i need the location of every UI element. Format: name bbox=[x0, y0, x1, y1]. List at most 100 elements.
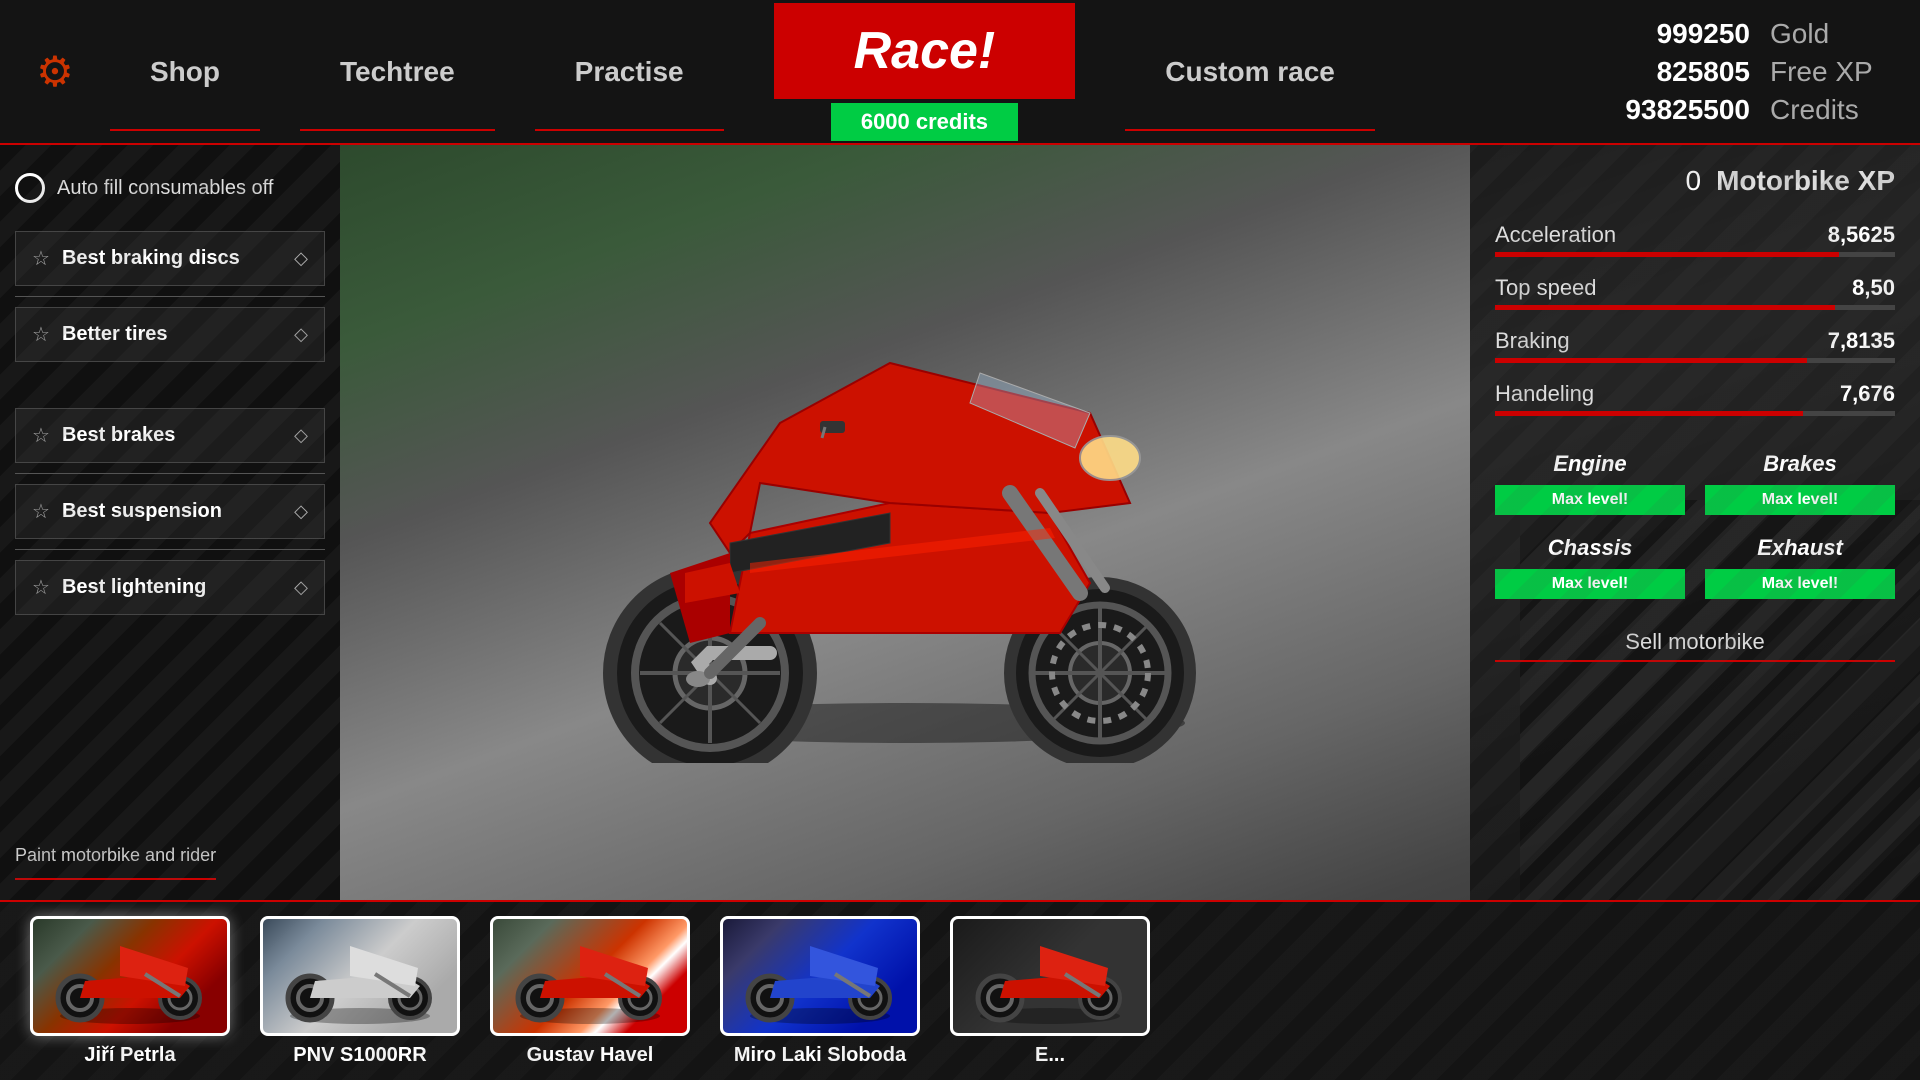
part-best-suspension[interactable]: ☆ Best suspension ◇ bbox=[15, 484, 325, 539]
upgrade-exhaust[interactable]: Exhaust Max level! bbox=[1705, 535, 1895, 599]
stat-header: Handeling 7,676 bbox=[1495, 381, 1895, 407]
credits-stat-row: 93825500 Credits bbox=[1610, 94, 1890, 126]
auto-fill-label: Auto fill consumables off bbox=[57, 177, 273, 200]
right-panel: 0 Motorbike XP Acceleration 8,5625 Top s… bbox=[1470, 145, 1920, 900]
upgrade-badge: Max level! bbox=[1495, 485, 1685, 515]
top-nav: ⚙ Shop Techtree Practise Race! 6000 cred… bbox=[0, 0, 1920, 145]
chevron-right-icon: ◇ bbox=[294, 324, 308, 345]
xp-value: 825805 bbox=[1610, 56, 1750, 88]
upgrade-brakes[interactable]: Brakes Max level! bbox=[1705, 451, 1895, 515]
part-best-lightening[interactable]: ☆ Best lightening ◇ bbox=[15, 560, 325, 615]
motorbike-xp: 0 Motorbike XP bbox=[1495, 165, 1895, 197]
stat-header: Braking 7,8135 bbox=[1495, 328, 1895, 354]
toggle-circle-icon bbox=[15, 173, 45, 203]
garage-card-name: Miro Laki Sloboda bbox=[734, 1044, 906, 1067]
stat-item: Braking 7,8135 bbox=[1495, 328, 1895, 363]
sell-motorbike-button[interactable]: Sell motorbike bbox=[1495, 629, 1895, 662]
bike-thumbnail bbox=[500, 926, 680, 1026]
star-icon: ☆ bbox=[32, 322, 50, 347]
star-icon: ☆ bbox=[32, 246, 50, 271]
bottom-strip: Jiří Petrla PNV S1000RR bbox=[0, 900, 1920, 1080]
separator bbox=[15, 549, 325, 550]
chevron-right-icon: ◇ bbox=[294, 501, 308, 522]
stat-name: Handeling bbox=[1495, 381, 1594, 407]
stat-bar bbox=[1495, 358, 1895, 363]
race-button[interactable]: Race! bbox=[774, 3, 1076, 99]
race-credits-badge: 6000 credits bbox=[831, 103, 1018, 141]
stat-num: 8,50 bbox=[1852, 275, 1895, 301]
part-braking-discs[interactable]: ☆ Best braking discs ◇ bbox=[15, 231, 325, 286]
nav-shop[interactable]: Shop bbox=[90, 0, 280, 143]
upgrade-badge: Max level! bbox=[1495, 569, 1685, 599]
gold-stat-row: 999250 Gold bbox=[1610, 18, 1890, 50]
garage-card-image bbox=[30, 916, 230, 1036]
gold-value: 999250 bbox=[1610, 18, 1750, 50]
nav-custom-race[interactable]: Custom race bbox=[1105, 0, 1395, 143]
nav-techtree[interactable]: Techtree bbox=[280, 0, 515, 143]
part-name: Best lightening bbox=[62, 576, 206, 599]
part-name: Better tires bbox=[62, 323, 168, 346]
xp-stat-row: 825805 Free XP bbox=[1610, 56, 1890, 88]
garage-card[interactable]: PNV S1000RR bbox=[260, 916, 460, 1067]
stat-bar-fill bbox=[1495, 305, 1835, 310]
credits-value: 93825500 bbox=[1610, 94, 1750, 126]
upgrade-title: Exhaust bbox=[1757, 535, 1843, 561]
garage-card-image bbox=[490, 916, 690, 1036]
motorcycle-svg bbox=[530, 283, 1280, 763]
nav-items: Shop Techtree Practise Race! 6000 credit… bbox=[90, 0, 1610, 143]
garage-card[interactable]: Gustav Havel bbox=[490, 916, 690, 1067]
garage-card[interactable]: E... bbox=[950, 916, 1150, 1067]
star-icon: ☆ bbox=[32, 575, 50, 600]
part-best-brakes[interactable]: ☆ Best brakes ◇ bbox=[15, 408, 325, 463]
separator bbox=[15, 473, 325, 474]
upgrade-grid: Engine Max level! Brakes Max level! Chas… bbox=[1495, 451, 1895, 599]
credits-label: Credits bbox=[1770, 94, 1890, 126]
stat-bar bbox=[1495, 305, 1895, 310]
stat-bar-fill bbox=[1495, 411, 1803, 416]
stat-name: Top speed bbox=[1495, 275, 1597, 301]
auto-fill-toggle[interactable]: Auto fill consumables off bbox=[15, 165, 325, 211]
stat-bar bbox=[1495, 252, 1895, 257]
parts-section: ☆ Best braking discs ◇ ☆ Better tires ◇ … bbox=[15, 231, 325, 833]
stat-name: Braking bbox=[1495, 328, 1570, 354]
upgrade-badge: Max level! bbox=[1705, 485, 1895, 515]
part-name: Best braking discs bbox=[62, 247, 240, 270]
part-name: Best suspension bbox=[62, 500, 222, 523]
stat-num: 7,8135 bbox=[1828, 328, 1895, 354]
nav-stats: 999250 Gold 825805 Free XP 93825500 Cred… bbox=[1610, 18, 1890, 126]
star-icon: ☆ bbox=[32, 423, 50, 448]
stats-list: Acceleration 8,5625 Top speed 8,50 Braki… bbox=[1495, 222, 1895, 416]
part-name: Best brakes bbox=[62, 424, 175, 447]
garage-card[interactable]: Miro Laki Sloboda bbox=[720, 916, 920, 1067]
upgrade-chassis[interactable]: Chassis Max level! bbox=[1495, 535, 1685, 599]
gold-label: Gold bbox=[1770, 18, 1890, 50]
bike-thumbnail bbox=[270, 926, 450, 1026]
upgrade-title: Chassis bbox=[1548, 535, 1632, 561]
stat-bar-fill bbox=[1495, 358, 1807, 363]
xp-label: Motorbike XP bbox=[1716, 165, 1895, 197]
stat-item: Acceleration 8,5625 bbox=[1495, 222, 1895, 257]
chevron-right-icon: ◇ bbox=[294, 248, 308, 269]
part-better-tires[interactable]: ☆ Better tires ◇ bbox=[15, 307, 325, 362]
upgrade-title: Brakes bbox=[1763, 451, 1836, 477]
garage-card-image bbox=[260, 916, 460, 1036]
garage-card[interactable]: Jiří Petrla bbox=[30, 916, 230, 1067]
upgrade-badge: Max level! bbox=[1705, 569, 1895, 599]
bike-thumbnail bbox=[960, 926, 1140, 1026]
bike-thumbnail bbox=[40, 926, 220, 1026]
paint-button[interactable]: Paint motorbike and rider bbox=[15, 833, 216, 880]
left-sidebar: Auto fill consumables off ☆ Best braking… bbox=[0, 145, 340, 900]
stat-bar bbox=[1495, 411, 1895, 416]
chevron-right-icon: ◇ bbox=[294, 425, 308, 446]
garage-card-image bbox=[720, 916, 920, 1036]
nav-practise[interactable]: Practise bbox=[515, 0, 744, 143]
upgrade-engine[interactable]: Engine Max level! bbox=[1495, 451, 1685, 515]
stat-num: 8,5625 bbox=[1828, 222, 1895, 248]
star-icon: ☆ bbox=[32, 499, 50, 524]
stat-header: Acceleration 8,5625 bbox=[1495, 222, 1895, 248]
stat-name: Acceleration bbox=[1495, 222, 1616, 248]
settings-icon[interactable]: ⚙ bbox=[20, 37, 90, 107]
garage-card-name: E... bbox=[1035, 1044, 1065, 1067]
race-button-container: Race! 6000 credits bbox=[774, 3, 1076, 141]
upgrade-title: Engine bbox=[1553, 451, 1626, 477]
